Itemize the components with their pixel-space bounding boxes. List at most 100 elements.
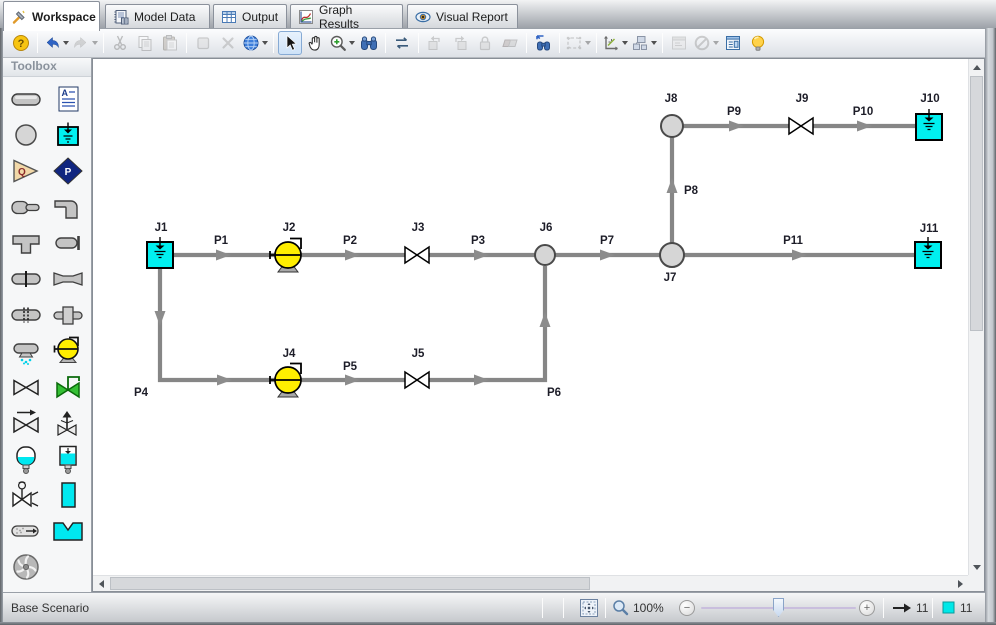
horizontal-scrollbar[interactable] [93,575,968,591]
tab-output[interactable]: Output [213,4,287,28]
goto-button[interactable] [531,31,555,55]
tab-label: Visual Report [436,10,508,24]
dropdown-caret-icon[interactable] [585,41,591,45]
toolbox-item-heat-exchanger[interactable] [5,513,47,549]
pipe-icon [9,84,43,114]
delete-button [216,31,240,55]
tab-model-data[interactable]: Model Data [105,4,210,28]
zoom-in-button[interactable]: + [859,600,875,616]
toolbox-item-dead-end[interactable] [47,225,89,261]
toolbox-item-turbine[interactable] [5,549,47,585]
drawing-area[interactable] [93,59,968,575]
toolbox-item-assigned-pressure[interactable]: P [47,153,89,189]
undo-button[interactable] [42,31,70,55]
pipe-count-value: 11 [916,593,928,622]
vertical-scroll-thumb[interactable] [970,76,983,331]
toolbox-item-general-component[interactable] [47,297,89,333]
toolbar-separator [273,33,274,53]
pointer-button[interactable] [278,31,302,55]
vacuum-breaker-valve-icon [9,480,43,510]
find-button[interactable] [357,31,381,55]
graph-results-tab-icon [298,9,314,25]
toolbox-item-pump[interactable] [47,333,89,369]
show-none-icon [693,34,711,52]
scale-size-icon [602,34,620,52]
dropdown-caret-icon[interactable] [63,41,69,45]
pan-button[interactable] [303,31,327,55]
control-valve-icon [51,372,85,402]
dropdown-caret-icon[interactable] [349,41,355,45]
toolbox-item-control-valve[interactable] [47,369,89,405]
dropdown-caret-icon[interactable] [92,41,98,45]
help-button[interactable]: ? [9,31,33,55]
branch-icon [9,120,43,150]
svg-text:Q: Q [18,167,26,178]
lock-button [473,31,497,55]
toolbox-item-reservoir[interactable] [47,117,89,153]
toolbox-item-annotation[interactable]: A [47,81,89,117]
bulb-button[interactable] [746,31,770,55]
properties-icon [724,34,742,52]
scenario-label: Base Scenario [11,593,89,622]
dropdown-caret-icon[interactable] [651,41,657,45]
dropdown-caret-icon[interactable] [713,41,719,45]
toolbox-item-liquid-accumulator[interactable] [47,477,89,513]
toolbox-item-gas-accumulator[interactable] [5,441,47,477]
svg-text:A: A [62,88,69,98]
toolbar-separator [385,33,386,53]
toolbox-item-vacuum-breaker-valve[interactable] [5,477,47,513]
delete-icon [219,34,237,52]
scroll-right-icon[interactable] [952,576,968,592]
scroll-left-icon[interactable] [93,576,109,592]
dropdown-caret-icon[interactable] [262,41,268,45]
tab-label: Output [242,10,278,24]
heat-exchanger-icon [9,516,43,546]
toolbox-item-venturi[interactable] [47,261,89,297]
cut-button [108,31,132,55]
toolbox-item-surge-tank[interactable] [47,441,89,477]
toolbox-item-relief-valve[interactable] [47,405,89,441]
scroll-down-icon[interactable] [969,559,985,575]
cut-icon [111,34,129,52]
arrange-button[interactable] [630,31,658,55]
horizontal-scroll-thumb[interactable] [110,577,590,590]
liquid-accumulator-icon [51,480,85,510]
vertical-scrollbar[interactable] [968,59,984,575]
toolbox-item-orifice[interactable] [5,261,47,297]
zoom-slider-thumb[interactable] [773,598,784,617]
web-icon [242,34,260,52]
scale-size-button[interactable] [601,31,629,55]
inspection-form-icon [670,34,688,52]
zoom-tool-button[interactable] [328,31,356,55]
toolbox-item-pipe[interactable] [5,81,47,117]
toolbar-separator [559,33,560,53]
tab-visual-report[interactable]: Visual Report [407,4,518,28]
toolbox-item-weir[interactable] [47,513,89,549]
dropdown-caret-icon[interactable] [622,41,628,45]
toolbox-item-branch[interactable] [5,117,47,153]
toolbox-item-assigned-flow[interactable]: Q [5,153,47,189]
zoom-out-button[interactable]: − [679,600,695,616]
scroll-up-icon[interactable] [969,59,985,75]
tab-graph-results[interactable]: Graph Results [290,4,403,28]
zoom-magnifier-icon [612,593,629,622]
workspace-canvas[interactable] [92,58,985,592]
find-icon [360,34,378,52]
web-button[interactable] [241,31,269,55]
zoom-to-fit-button[interactable] [579,593,599,622]
tab-label: Graph Results [319,3,395,31]
properties-button[interactable] [721,31,745,55]
toolbox-item-tee-wye[interactable] [5,225,47,261]
toolbox-item-check-valve[interactable] [5,405,47,441]
workspace-tab-icon [11,9,27,25]
pan-icon [306,34,324,52]
toolbox-item-valve[interactable] [5,369,47,405]
reverse-direction-button[interactable] [390,31,414,55]
toolbox-item-bend[interactable] [47,189,89,225]
toolbox-item-spray-discharge[interactable] [5,333,47,369]
flip-vertical-icon [501,34,519,52]
toolbox-item-screen[interactable] [5,297,47,333]
tab-workspace[interactable]: Workspace [3,1,100,31]
toolbox-item-area-change[interactable] [5,189,47,225]
venturi-icon [51,264,85,294]
